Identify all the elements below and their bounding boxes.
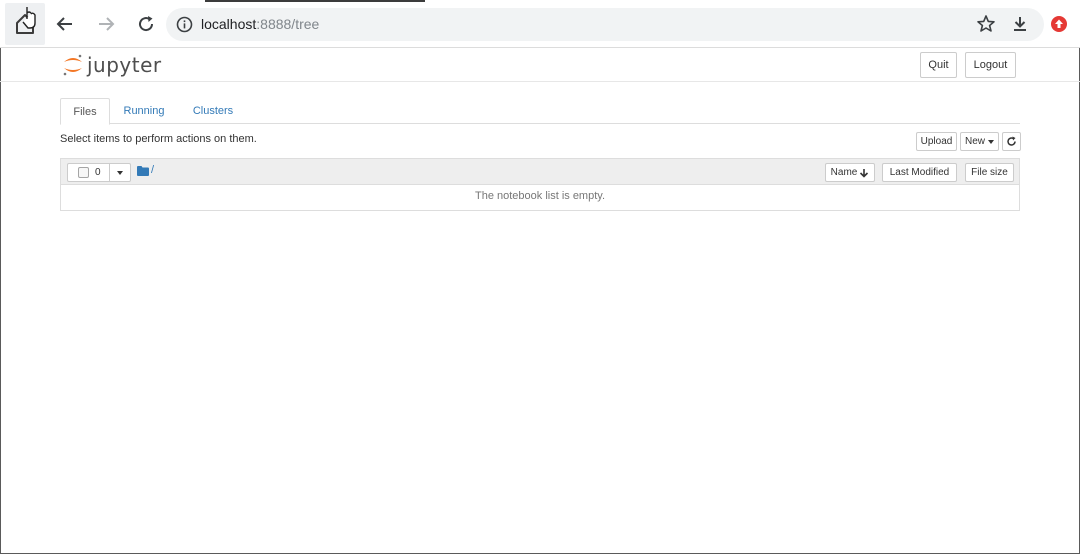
logout-button[interactable]: Logout: [965, 52, 1016, 78]
info-icon[interactable]: [176, 16, 193, 33]
url-text[interactable]: localhost:8888/tree: [201, 16, 319, 32]
arrow-down-icon: [860, 168, 869, 178]
column-name-label: Name: [830, 167, 858, 178]
select-all-dropdown[interactable]: 0: [67, 163, 131, 182]
tab-files[interactable]: Files: [60, 98, 110, 125]
jupyter-logo-icon: [63, 54, 82, 76]
download-icon[interactable]: [1010, 14, 1030, 34]
browser-toolbar: localhost:8888/tree: [0, 0, 1080, 48]
file-list-header: 0 / Name Last Modified File size: [61, 159, 1019, 185]
selection-hint: Select items to perform actions on them.: [60, 133, 257, 145]
address-bar[interactable]: localhost:8888/tree: [166, 8, 1044, 41]
sort-last-modified-button[interactable]: Last Modified: [882, 163, 957, 182]
jupyter-logo[interactable]: jupyter: [62, 51, 162, 79]
caret-down-icon[interactable]: [117, 171, 123, 175]
folder-icon[interactable]: [137, 166, 149, 176]
arrow-right-icon: [99, 17, 115, 31]
bookmark-star-icon[interactable]: [976, 14, 996, 34]
select-all-checkbox[interactable]: [78, 167, 89, 178]
tab-clusters[interactable]: Clusters: [184, 98, 242, 124]
reload-icon: [139, 16, 154, 32]
tab-strip-edge: [205, 0, 425, 2]
url-host: localhost: [201, 16, 257, 32]
quit-button[interactable]: Quit: [920, 52, 957, 78]
new-label: New: [964, 136, 985, 147]
jupyter-header: jupyter Quit Logout: [0, 48, 1080, 82]
tab-bar: Files Running Clusters: [60, 98, 1020, 125]
caret-down-icon: [988, 139, 994, 144]
url-path: :8888/tree: [256, 16, 320, 32]
new-dropdown-button[interactable]: New: [960, 132, 999, 151]
extension-update-icon[interactable]: [1050, 15, 1068, 33]
upload-button[interactable]: Upload: [916, 132, 957, 151]
logo-text: jupyter: [87, 53, 162, 77]
tab-running[interactable]: Running: [116, 98, 172, 124]
home-icon: [16, 7, 36, 34]
sort-name-button[interactable]: Name: [825, 163, 875, 182]
window-frame: [0, 0, 1080, 554]
reload-button[interactable]: [134, 12, 158, 36]
current-path-link[interactable]: /: [151, 164, 154, 176]
divider: [109, 164, 110, 181]
back-button[interactable]: [53, 12, 77, 36]
selected-count: 0: [95, 167, 101, 178]
home-button[interactable]: [5, 3, 45, 45]
arrow-left-icon: [56, 17, 72, 31]
refresh-button[interactable]: [1002, 132, 1021, 151]
refresh-icon: [1007, 136, 1016, 146]
forward-button[interactable]: [94, 12, 118, 36]
file-list: 0 / Name Last Modified File size The not…: [60, 158, 1020, 211]
sort-file-size-button[interactable]: File size: [965, 163, 1014, 182]
empty-list-message: The notebook list is empty.: [474, 190, 606, 202]
